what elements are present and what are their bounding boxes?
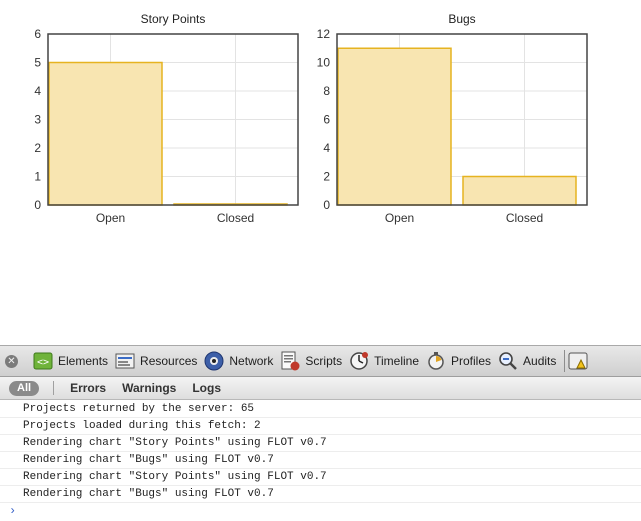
y-tick-label: 0: [34, 198, 41, 212]
filter-all[interactable]: All: [9, 380, 40, 396]
y-tick-label: 4: [34, 84, 41, 98]
y-tick-label: 4: [323, 141, 330, 155]
toolbar-separator: [564, 350, 566, 372]
elements-icon: <>: [33, 352, 53, 370]
y-tick-label: 3: [34, 113, 41, 127]
tab-profiles[interactable]: Profiles: [425, 346, 497, 376]
chart-title: Bugs: [448, 12, 475, 26]
chart-title: Story Points: [141, 12, 206, 26]
svg-text:<>: <>: [37, 357, 49, 368]
tab-scripts-label: Scripts: [305, 354, 343, 368]
log-line: Projects returned by the server: 65: [0, 401, 641, 418]
x-tick-label: Open: [96, 211, 125, 225]
tab-console[interactable]: [567, 346, 599, 376]
y-tick-label: 6: [34, 27, 41, 41]
close-icon[interactable]: ✕: [5, 354, 18, 368]
log-line: Rendering chart "Bugs" using FLOT v0.7: [0, 486, 641, 503]
filter-warnings[interactable]: Warnings: [122, 381, 176, 395]
y-tick-label: 2: [34, 141, 41, 155]
x-tick-label: Closed: [217, 211, 254, 225]
bar: [462, 175, 577, 206]
y-tick-label: 2: [323, 170, 330, 184]
y-tick-label: 5: [34, 56, 41, 70]
tab-resources[interactable]: Resources: [114, 346, 203, 376]
tab-timeline[interactable]: Timeline: [348, 346, 425, 376]
network-icon: [204, 351, 224, 371]
x-tick-label: Open: [385, 211, 414, 225]
log-line: Rendering chart "Bugs" using FLOT v0.7: [0, 452, 641, 469]
filter-separator: [53, 381, 55, 395]
tab-scripts[interactable]: Scripts: [279, 346, 348, 376]
filter-errors[interactable]: Errors: [70, 381, 106, 395]
tab-profiles-label: Profiles: [451, 354, 492, 368]
tab-network-label: Network: [229, 354, 274, 368]
log-line: Projects loaded during this fetch: 2: [0, 418, 641, 435]
tab-elements[interactable]: <> Elements: [32, 346, 114, 376]
charts-area: Story Points 0 1 2 3 4 5 6 Open Closed Bugs 0 2 4 6 8 10…: [0, 0, 641, 345]
tab-elements-label: Elements: [58, 354, 109, 368]
tab-audits-label: Audits: [523, 354, 557, 368]
log-line: Rendering chart "Story Points" using FLO…: [0, 435, 641, 452]
y-tick-label: 8: [323, 84, 330, 98]
bar: [48, 61, 163, 206]
console-filter-bar: All Errors Warnings Logs: [0, 377, 641, 400]
console-prompt[interactable]: ›: [0, 503, 641, 519]
x-tick-label: Closed: [506, 211, 543, 225]
tab-timeline-label: Timeline: [374, 354, 419, 368]
y-tick-label: 0: [323, 198, 330, 212]
profiles-icon: [428, 352, 444, 370]
tab-resources-label: Resources: [140, 354, 198, 368]
tab-audits[interactable]: Audits: [497, 346, 562, 376]
y-tick-label: 6: [323, 113, 330, 127]
audits-icon: [499, 352, 517, 370]
bar: [337, 47, 452, 206]
filter-logs[interactable]: Logs: [192, 381, 221, 395]
y-tick-label: 12: [317, 27, 331, 41]
log-line: Rendering chart "Story Points" using FLO…: [0, 469, 641, 486]
y-tick-label: 10: [317, 56, 331, 70]
devtools-toolbar: ✕ <> Elements Resources Network Scripts …: [0, 345, 641, 377]
scripts-icon: [281, 351, 300, 371]
resources-icon: [115, 353, 135, 369]
charts-svg: Story Points0123456Open ClosedBugs0246810…: [34, 12, 588, 225]
console-log: Projects returned by the server: 65 Proj…: [0, 401, 641, 521]
tab-network[interactable]: Network: [203, 346, 279, 376]
timeline-icon: [350, 352, 369, 370]
console-icon: [568, 352, 588, 370]
y-tick-label: 1: [34, 170, 41, 184]
